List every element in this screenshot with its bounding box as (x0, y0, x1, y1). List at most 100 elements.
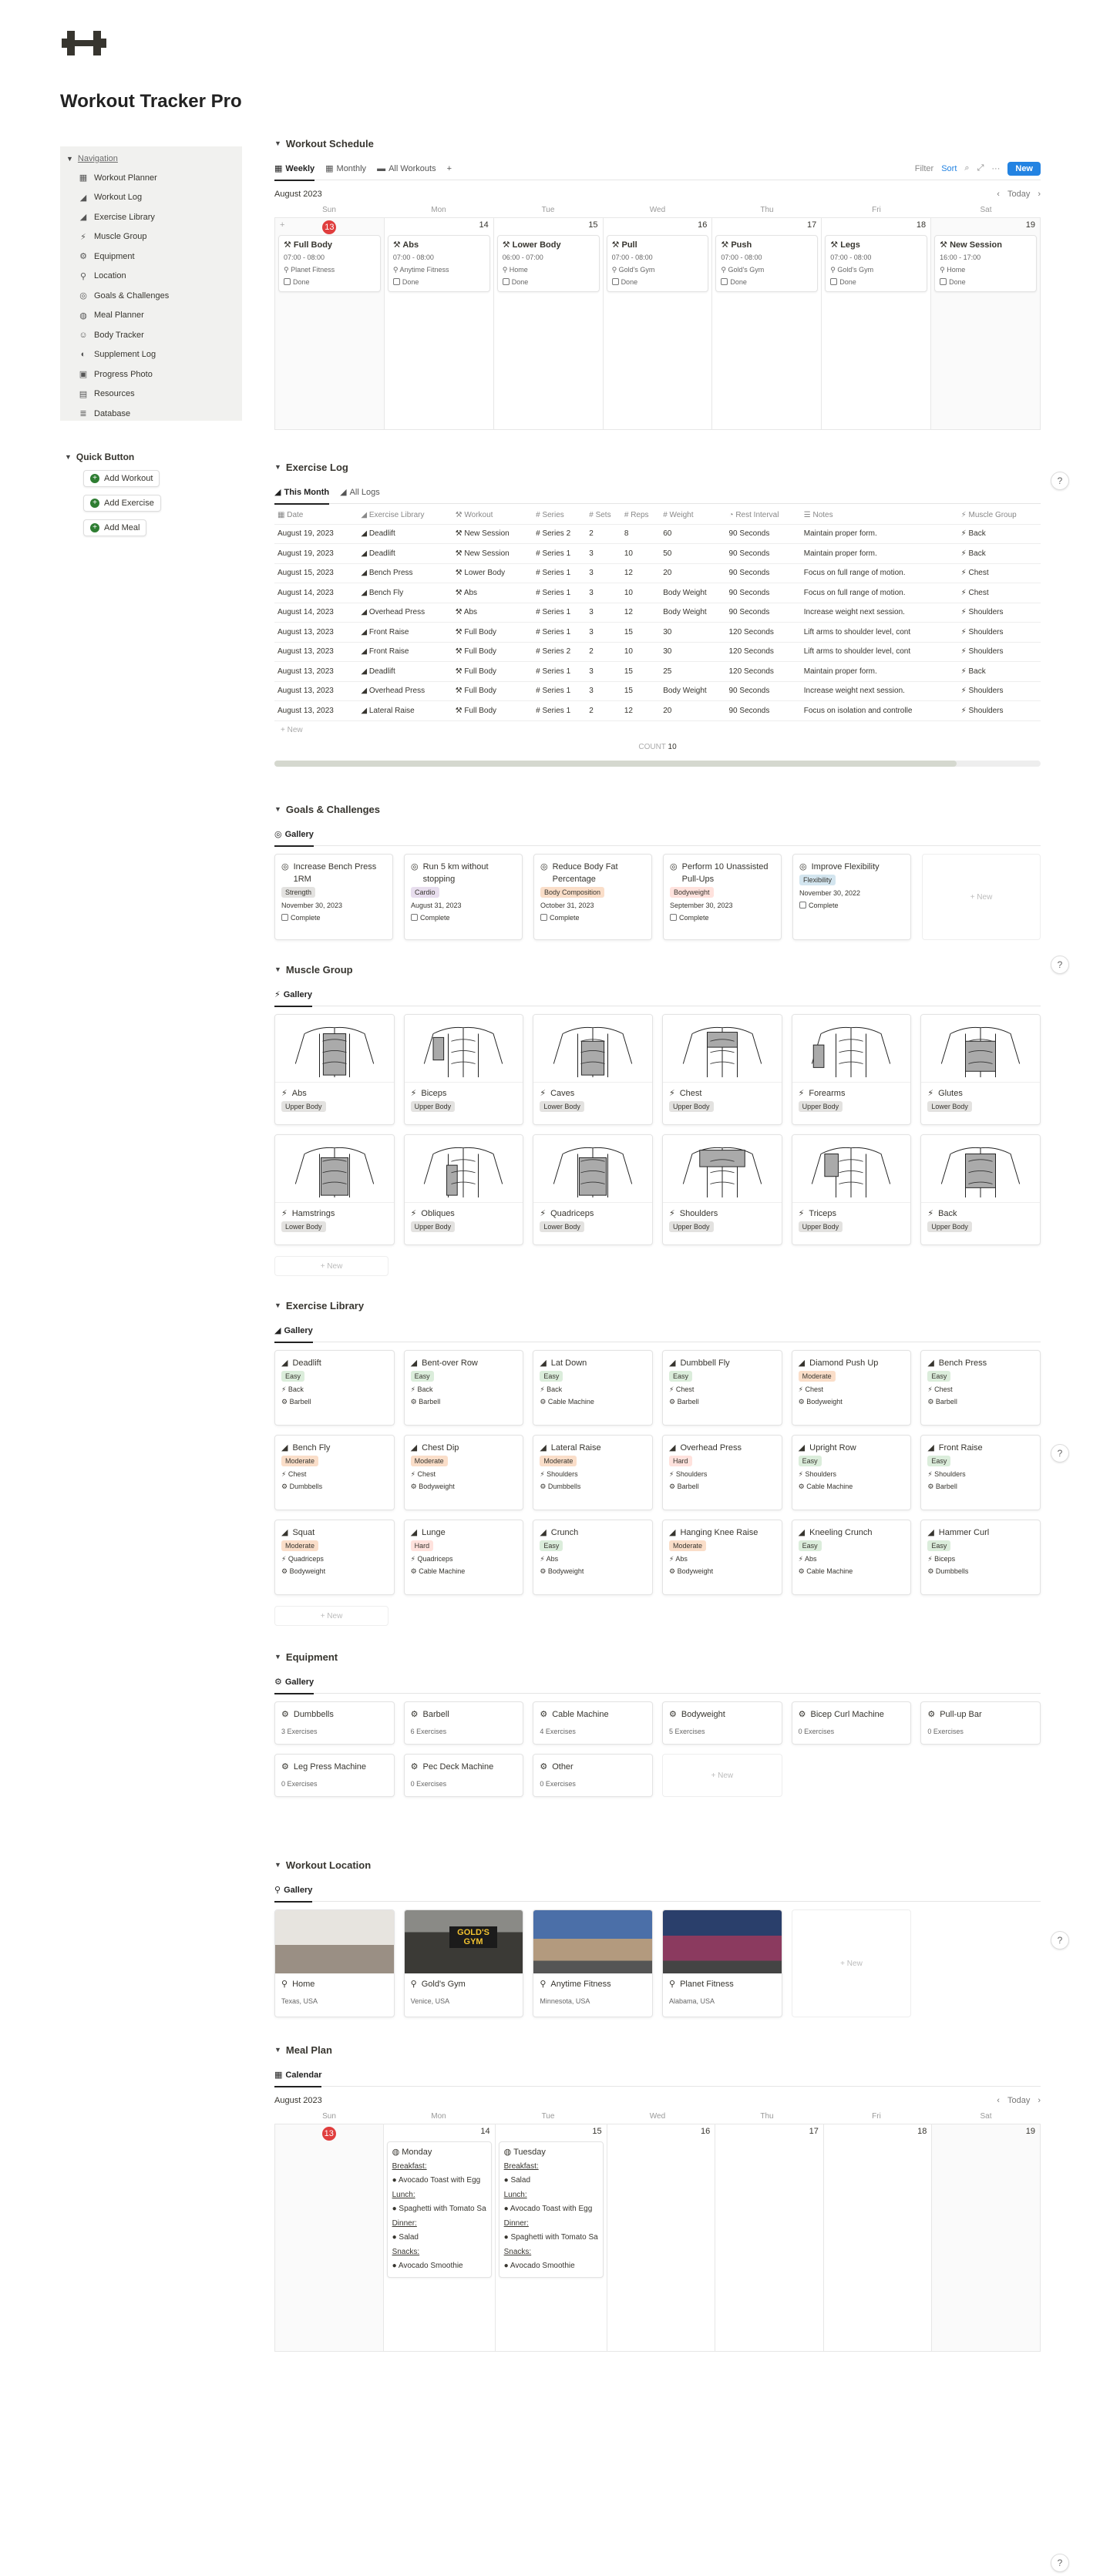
new-button[interactable]: New (1007, 161, 1041, 176)
next-icon[interactable]: › (1038, 2096, 1041, 2105)
quick-button-toggle[interactable]: ▼ Quick Button (60, 452, 242, 462)
column-header[interactable]: ⚒ Workout (452, 507, 533, 525)
column-header[interactable]: ☰ Notes (800, 507, 958, 525)
exercise-card[interactable]: ◢ Lunge Hard ⚡ Quadriceps ⚙ Cable Machine (403, 1520, 524, 1595)
exercise-card[interactable]: ◢ Bench Press Easy ⚡ Chest ⚙ Barbell (920, 1350, 1041, 1426)
exercise-card[interactable]: ◢ Dumbbell Fly Easy ⚡ Chest ⚙ Barbell (662, 1350, 782, 1426)
exercise-library-toggle[interactable]: ▼ Exercise Library (274, 1298, 1041, 1313)
exercise-card[interactable]: ◢ Bent-over Row Easy ⚡ Back ⚙ Barbell (403, 1350, 524, 1426)
quick-button-add-exercise[interactable]: + Add Exercise (83, 495, 161, 512)
table-row[interactable]: August 19, 2023 ◢ Deadlift ⚒ New Session # … (274, 543, 1041, 564)
muscle-card[interactable]: ⚡ Back Upper Body (920, 1134, 1041, 1245)
done-checkbox[interactable] (611, 278, 619, 285)
help-button[interactable]: ? (1051, 1931, 1069, 1950)
day-cell[interactable]: +13 ⚒ Full Body 07:00 - 08:00 ⚲ Planet Fi… (275, 218, 385, 430)
day-cell[interactable]: 15 ⚒ Lower Body 06:00 - 07:00 ⚲ Home Done (493, 218, 604, 430)
tab-gallery[interactable]: ◎ Gallery (274, 823, 314, 847)
location-card[interactable]: ⚲ Home Texas, USA (274, 1909, 395, 2017)
navigation-toggle[interactable]: ▼ Navigation (66, 153, 237, 165)
quick-button-add-workout[interactable]: + Add Workout (83, 470, 160, 487)
prev-icon[interactable]: ‹ (997, 2096, 1000, 2105)
exercise-card[interactable]: ◢ Front Raise Easy ⚡ Shoulders ⚙ Barbell (920, 1435, 1041, 1510)
column-header[interactable]: # Weight (660, 507, 726, 525)
equipment-card[interactable]: ⚙ Bicep Curl Machine 0 Exercises (791, 1701, 912, 1745)
done-checkbox[interactable] (392, 278, 400, 285)
table-row[interactable]: August 14, 2023 ◢ Bench Fly ⚒ Abs # Series … (274, 583, 1041, 603)
sidebar-item-progress-photo[interactable]: ▣ Progress Photo (66, 364, 237, 385)
day-cell[interactable]: 15 ◍ Tuesday Breakfast: ● Salad Lunch: ● Av… (495, 2124, 607, 2352)
exercise-card[interactable]: ◢ Upright Row Easy ⚡ Shoulders ⚙ Cable Ma… (791, 1435, 912, 1510)
add-row-button[interactable]: + New (274, 721, 1041, 739)
muscle-group-toggle[interactable]: ▼ Muscle Group (274, 962, 1041, 977)
workout-event-card[interactable]: ⚒ New Session 16:00 - 17:00 ⚲ Home Done (934, 235, 1037, 292)
table-row[interactable]: August 13, 2023 ◢ Front Raise ⚒ Full Body #… (274, 642, 1041, 662)
complete-checkbox[interactable] (540, 914, 547, 921)
day-cell[interactable]: 17 (715, 2124, 824, 2352)
location-card[interactable]: ⚲ Planet Fitness Alabama, USA (662, 1909, 782, 2017)
sidebar-item-body-tracker[interactable]: ☺ Body Tracker (66, 325, 237, 345)
muscle-card[interactable]: ⚡ Quadriceps Lower Body (533, 1134, 653, 1245)
day-cell[interactable]: 19 ⚒ New Session 16:00 - 17:00 ⚲ Home Don… (931, 218, 1041, 430)
table-row[interactable]: August 13, 2023 ◢ Deadlift ⚒ Full Body # Se… (274, 661, 1041, 682)
workout-event-card[interactable]: ⚒ Legs 07:00 - 08:00 ⚲ Gold's Gym Done (825, 235, 928, 292)
equipment-toggle[interactable]: ▼ Equipment (274, 1649, 1041, 1664)
exercise-card[interactable]: ◢ Hanging Knee Raise Moderate ⚡ Abs ⚙ Bod… (662, 1520, 782, 1595)
day-cell[interactable]: 13 (275, 2124, 384, 2352)
muscle-card[interactable]: ⚡ Abs Upper Body (274, 1014, 395, 1125)
add-location-button[interactable]: + New (791, 1909, 912, 2017)
sidebar-item-workout-planner[interactable]: ▦ Workout Planner (66, 168, 237, 188)
goal-card[interactable]: ◎ Reduce Body Fat Percentage Body Composi… (533, 854, 652, 940)
today-button[interactable]: Today (1007, 2096, 1030, 2105)
help-button[interactable]: ? (1051, 1444, 1069, 1463)
exercise-card[interactable]: ◢ Diamond Push Up Moderate ⚡ Chest ⚙ Body… (791, 1350, 912, 1426)
location-card[interactable]: GOLD'S GYM ⚲ Gold's Gym Venice, USA (403, 1909, 524, 2017)
workout-event-card[interactable]: ⚒ Lower Body 06:00 - 07:00 ⚲ Home Done (496, 235, 600, 292)
column-header[interactable]: # Sets (586, 507, 621, 525)
exercise-card[interactable]: ◢ Kneeling Crunch Easy ⚡ Abs ⚙ Cable Mach… (791, 1520, 912, 1595)
scrollbar-thumb[interactable] (274, 760, 957, 767)
expand-icon[interactable]: ⤢ (977, 163, 984, 173)
column-header[interactable]: ⚡ Muscle Group (957, 507, 1041, 525)
more-icon[interactable]: ··· (991, 164, 1000, 173)
exercise-card[interactable]: ◢ Crunch Easy ⚡ Abs ⚙ Bodyweight (533, 1520, 653, 1595)
exercise-card[interactable]: ◢ Bench Fly Moderate ⚡ Chest ⚙ Dumbbells (274, 1435, 395, 1510)
exercise-card[interactable]: ◢ Deadlift Easy ⚡ Back ⚙ Barbell (274, 1350, 395, 1426)
done-checkbox[interactable] (284, 278, 291, 285)
done-checkbox[interactable] (721, 278, 728, 285)
sidebar-item-location[interactable]: ⚲ Location (66, 267, 237, 287)
tab-this-month[interactable]: ◢ This Month (274, 481, 330, 505)
day-cell[interactable]: 14 ⚒ Abs 07:00 - 08:00 ⚲ Anytime Fitness … (384, 218, 494, 430)
help-button[interactable]: ? (1051, 956, 1069, 974)
quick-button-add-meal[interactable]: + Add Meal (83, 519, 147, 536)
tab-gallery[interactable]: ⚙ Gallery (274, 1671, 314, 1694)
sidebar-item-workout-log[interactable]: ◢ Workout Log (66, 188, 237, 208)
equipment-card[interactable]: ⚙ Dumbbells 3 Exercises (274, 1701, 395, 1745)
equipment-card[interactable]: ⚙ Bodyweight 5 Exercises (662, 1701, 782, 1745)
sidebar-item-database[interactable]: ≣ Database (66, 404, 237, 424)
complete-checkbox[interactable] (670, 914, 677, 921)
column-header[interactable]: ◢ Exercise Library (358, 507, 452, 525)
next-icon[interactable]: › (1038, 190, 1041, 199)
day-cell[interactable]: 17 ⚒ Push 07:00 - 08:00 ⚲ Gold's Gym Done (712, 218, 822, 430)
equipment-card[interactable]: ⚙ Other 0 Exercises (533, 1754, 653, 1797)
tab-all-workouts[interactable]: ▬ All Workouts (377, 157, 436, 180)
exercise-card[interactable]: ◢ Lateral Raise Moderate ⚡ Shoulders ⚙ Du… (533, 1435, 653, 1510)
table-row[interactable]: August 19, 2023 ◢ Deadlift ⚒ New Session # … (274, 524, 1041, 544)
meal-card[interactable]: ◍ Tuesday Breakfast: ● Salad Lunch: ● Avoc… (498, 2141, 604, 2278)
table-row[interactable]: August 13, 2023 ◢ Overhead Press ⚒ Full Bo… (274, 681, 1041, 701)
today-button[interactable]: Today (1007, 190, 1030, 199)
meal-plan-toggle[interactable]: ▼ Meal Plan (274, 2042, 1041, 2057)
complete-checkbox[interactable] (281, 914, 288, 921)
column-header[interactable]: # Series (533, 507, 587, 525)
complete-checkbox[interactable] (411, 914, 418, 921)
day-cell[interactable]: 16 (607, 2124, 716, 2352)
add-equipment-button[interactable]: + New (662, 1754, 782, 1797)
sort-button[interactable]: Sort (941, 164, 957, 173)
muscle-card[interactable]: ⚡ Forearms Upper Body (791, 1014, 912, 1125)
sidebar-item-meal-planner[interactable]: ◍ Meal Planner (66, 306, 237, 326)
equipment-card[interactable]: ⚙ Pec Deck Machine 0 Exercises (403, 1754, 524, 1797)
done-checkbox[interactable] (830, 278, 838, 285)
exercise-card[interactable]: ◢ Chest Dip Moderate ⚡ Chest ⚙ Bodyweight (403, 1435, 524, 1510)
exercise-log-toggle[interactable]: ▼ Exercise Log (274, 459, 1041, 475)
goal-card[interactable]: ◎ Perform 10 Unassisted Pull-Ups Bodyweig… (663, 854, 782, 940)
